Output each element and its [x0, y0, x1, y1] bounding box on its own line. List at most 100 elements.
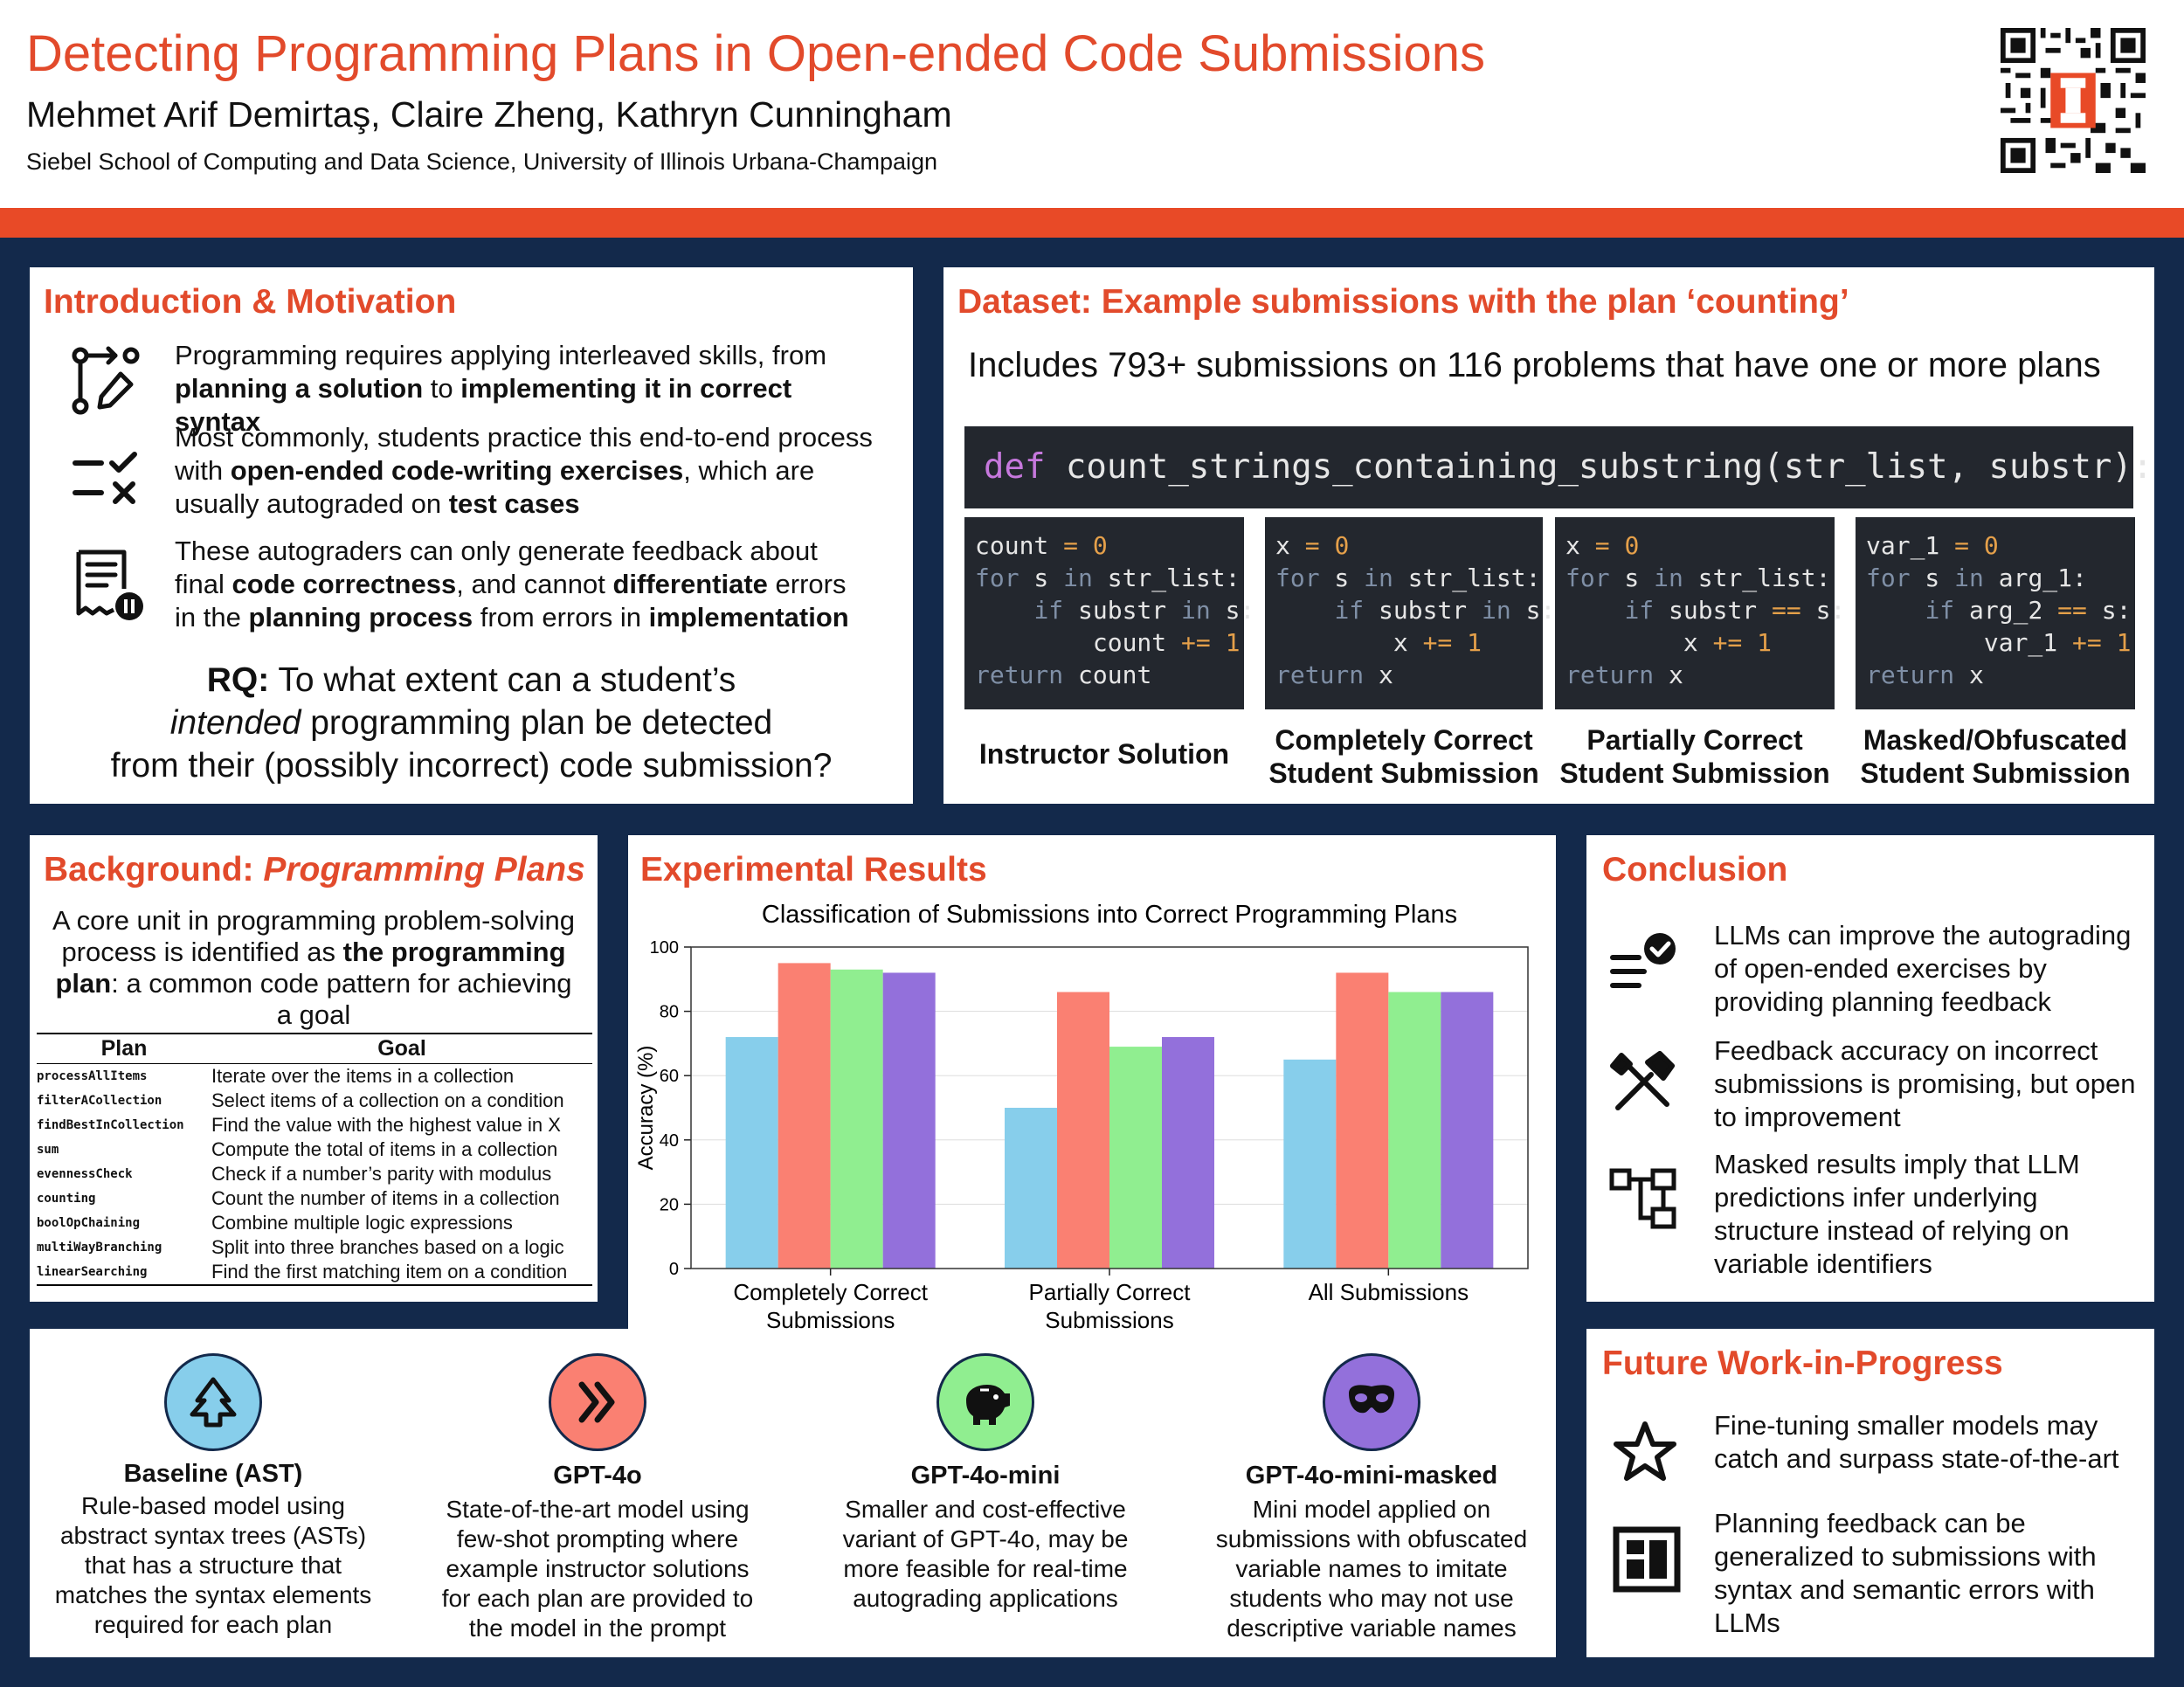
future-work-title: Future Work-in-Progress	[1602, 1345, 2003, 1382]
plan-goal: Compute the total of items in a collecti…	[211, 1138, 558, 1160]
conclusion-item-2: Feedback accuracy on incorrect submissio…	[1714, 1035, 2136, 1132]
plan-name: boolOpChaining	[37, 1216, 141, 1230]
bar	[1109, 1047, 1162, 1269]
star-icon	[1614, 1421, 1676, 1481]
poster-authors: Mehmet Arif Demirtaş, Claire Zheng, Kath…	[26, 94, 952, 135]
future-work-panel: Future Work-in-Progress Fine-tuning smal…	[1586, 1329, 2154, 1657]
model-name: Baseline (AST)	[123, 1460, 303, 1488]
y-tick-label: 80	[660, 1003, 679, 1022]
model-name: GPT-4o-mini	[910, 1462, 1061, 1490]
plan-name: processAllItems	[37, 1069, 148, 1083]
mask-icon	[1349, 1385, 1394, 1414]
plan-row: evennessCheck Check if a number’s parity …	[37, 1162, 592, 1186]
plan-row: counting Count the number of items in a c…	[37, 1186, 592, 1211]
plan-row: processAllItems Iterate over the items in…	[37, 1064, 592, 1089]
bar	[830, 969, 883, 1269]
plan-goal: Select items of a collection on a condit…	[211, 1089, 564, 1111]
plan-goal: Find the value with the highest value in…	[211, 1114, 561, 1136]
bar	[725, 1037, 778, 1269]
intro-panel: Introduction & Motivation Programming re…	[30, 267, 913, 804]
plan-goal: Find the first matching item on a condit…	[211, 1260, 592, 1286]
mask-badge	[1323, 1353, 1420, 1451]
bar	[1388, 992, 1441, 1269]
background-title-plain: Background:	[44, 851, 264, 888]
code-example-3: x = 0 for s in str_list: if substr == s: …	[1555, 517, 1845, 709]
x-tick-label: Completely Correct	[733, 1279, 928, 1305]
plan-row: findBestInCollection Find the value with …	[37, 1113, 592, 1137]
dashboard-icon	[1613, 1526, 1681, 1593]
code-example-4: var_1 = 0 for s in arg_1: if arg_2 == s: …	[1856, 517, 2135, 709]
background-title: Background: Programming Plans	[44, 851, 585, 889]
model-description: Smaller and cost-effective variant of GPT…	[842, 1496, 1129, 1612]
conclusion-item-1: LLMs can improve the autograding of open…	[1714, 920, 2132, 1017]
bar	[1005, 1108, 1057, 1269]
plan-name: evennessCheck	[37, 1167, 133, 1181]
goal-column-header: Goal	[211, 1033, 592, 1064]
background-panel: Background: Programming Plans A core uni…	[30, 835, 598, 1302]
piggy-bank-badge	[936, 1353, 1034, 1451]
plan-name: findBestInCollection	[37, 1118, 184, 1132]
background-title-em: Programming Plans	[263, 851, 585, 888]
model-description: Mini model applied on submissions with ob…	[1215, 1496, 1528, 1642]
chart-title: Classification of Submissions into Corre…	[762, 901, 1457, 929]
bar	[1162, 1037, 1214, 1269]
plan-name: counting	[37, 1192, 96, 1206]
model-description: State-of-the-art model using few-shot pro…	[441, 1496, 754, 1642]
y-tick-label: 0	[669, 1260, 679, 1279]
plan-name: linearSearching	[37, 1260, 211, 1286]
poster-affiliation: Siebel School of Computing and Data Scie…	[26, 149, 938, 175]
code-caption-4: Masked/Obfuscated Student Submission	[1860, 724, 2131, 789]
results-title: Experimental Results	[640, 851, 987, 888]
plan-row: sum Compute the total of items in a colle…	[37, 1137, 592, 1162]
bar	[778, 963, 831, 1269]
conclusion-item-3: Masked results imply that LLM prediction…	[1714, 1149, 2080, 1279]
tree-badge	[164, 1353, 262, 1451]
plan-name: sum	[37, 1143, 59, 1157]
signature-text: count_strings_containing_substring(str_l…	[1045, 447, 2153, 487]
def-keyword: def	[984, 447, 1046, 487]
grade-report-icon	[76, 550, 143, 620]
plan-row: multiWayBranching Split into three branch…	[37, 1235, 592, 1260]
rq-emphasis: intended	[169, 704, 301, 742]
code-caption-3: Partially Correct Student Submission	[1559, 724, 1830, 789]
y-tick-label: 20	[660, 1195, 679, 1214]
y-tick-label: 60	[660, 1067, 679, 1086]
plans-table: Plan Goal processAllItems Iterate over th…	[37, 1033, 592, 1286]
accuracy-bar-chart: Classification of Submissions into Corre…	[634, 901, 1529, 1329]
conclusion-panel: Conclusion LLMs can improve the autograd…	[1586, 835, 2154, 1302]
model-name: GPT-4o-mini-masked	[1245, 1462, 1498, 1490]
rq-line-2: programming plan be detected	[301, 704, 773, 742]
tree-icon	[190, 1377, 237, 1428]
future-item-1: Fine-tuning smaller models may catch and…	[1714, 1410, 2119, 1474]
dataset-title: Dataset: Example submissions with the pl…	[957, 283, 1849, 321]
hierarchy-icon	[1609, 1168, 1676, 1229]
rq-label: RQ:	[206, 661, 270, 699]
function-signature: def count_strings_containing_substring(s…	[964, 426, 2153, 508]
rq-line-3: from their (possibly incorrect) code sub…	[110, 747, 833, 785]
checklist-icon	[73, 452, 137, 504]
x-tick-label: Submissions	[1045, 1307, 1173, 1329]
qr-code-icon[interactable]	[2001, 28, 2146, 173]
x-tick-label: Submissions	[766, 1307, 895, 1329]
rq-line-1: To what extent can a student’s	[269, 661, 736, 699]
plan-name: multiWayBranching	[37, 1241, 162, 1255]
x-tick-label: All Submissions	[1309, 1279, 1469, 1305]
dataset-summary: Includes 793+ submissions on 116 problem…	[968, 346, 2101, 384]
plan-goal: Count the number of items in a collectio…	[211, 1187, 560, 1209]
bar	[1283, 1059, 1337, 1269]
model-description: Rule-based model using abstract syntax tr…	[54, 1492, 372, 1638]
dataset-panel: Dataset: Example submissions with the pl…	[943, 267, 2154, 804]
intro-point-3: These autograders can only generate feed…	[175, 536, 849, 633]
piggy-bank-icon	[966, 1385, 1010, 1425]
models-panel: Baseline (AST) Rule-based model using abst…	[30, 1329, 1556, 1657]
y-tick-label: 100	[650, 938, 679, 958]
bar	[1336, 972, 1389, 1269]
plan-goal: Split into three branches based on a log…	[211, 1236, 564, 1258]
conclusion-title: Conclusion	[1602, 851, 1788, 888]
poster-header: Detecting Programming Plans in Open-ende…	[0, 0, 2184, 208]
list-check-icon	[1610, 933, 1676, 988]
y-axis-label: Accuracy (%)	[634, 1046, 658, 1171]
plan-goal: Iterate over the items in a collection	[211, 1065, 515, 1087]
model-name: GPT-4o	[553, 1462, 642, 1490]
plan-goal: Check if a number’s parity with modulus	[211, 1163, 552, 1185]
